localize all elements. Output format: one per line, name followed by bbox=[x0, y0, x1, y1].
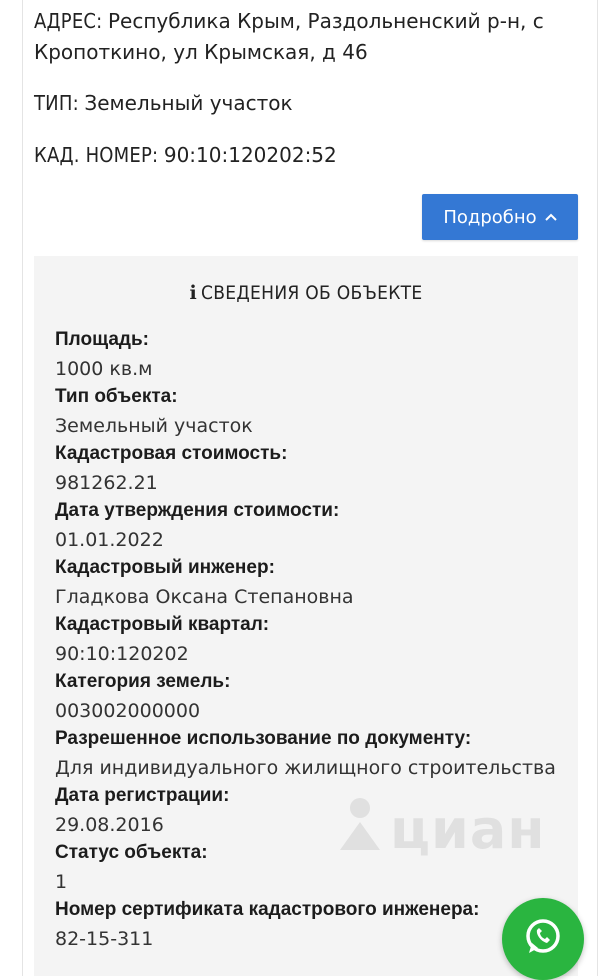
detail-label: Площадь: bbox=[55, 329, 149, 350]
type-row: ТИП: Земельный участок bbox=[34, 88, 293, 119]
detail-item: Тип объекта: Земельный участок bbox=[55, 383, 612, 440]
detail-item: Дата регистрации: 29.08.2016 bbox=[55, 782, 612, 839]
detail-value: 90:10:120202 bbox=[55, 642, 189, 665]
detail-label: Категория земель: bbox=[55, 671, 231, 692]
detail-label: Кадастровая стоимость: bbox=[55, 443, 288, 464]
object-details-panel: i СВЕДЕНИЯ ОБ ОБЪЕКТЕ Площадь: 1000 кв.м Ти… bbox=[34, 256, 578, 976]
detail-item: Разрешенное использование по документу: Д… bbox=[55, 725, 612, 782]
address-row: АДРЕС: Республика Крым, Раздольненский р… bbox=[34, 6, 574, 68]
detail-value: Гладкова Оксана Степановна bbox=[55, 585, 354, 608]
details-button[interactable]: Подробно bbox=[422, 194, 578, 240]
detail-label: Дата утверждения стоимости: bbox=[55, 500, 340, 521]
whatsapp-icon bbox=[521, 915, 565, 964]
detail-item: Площадь: 1000 кв.м bbox=[55, 326, 612, 383]
cadastral-number-label: КАД. НОМЕР: bbox=[34, 143, 159, 167]
panel-title-text: СВЕДЕНИЯ ОБ ОБЪЕКТЕ bbox=[201, 282, 423, 304]
detail-label: Статус объекта: bbox=[55, 842, 208, 863]
detail-item: Дата утверждения стоимости: 01.01.2022 bbox=[55, 497, 612, 554]
address-label: АДРЕС: bbox=[34, 9, 103, 33]
detail-item: Кадастровый квартал: 90:10:120202 bbox=[55, 611, 612, 668]
detail-label: Кадастровый инженер: bbox=[55, 557, 275, 578]
detail-value: 1 bbox=[55, 870, 68, 893]
cadastral-number-row: КАД. НОМЕР: 90:10:120202:52 bbox=[34, 140, 337, 171]
detail-item: Категория земель: 003002000000 bbox=[55, 668, 612, 725]
detail-value: Земельный участок bbox=[55, 414, 253, 437]
panel-title: i СВЕДЕНИЯ ОБ ОБЪЕКТЕ bbox=[34, 282, 578, 304]
detail-item: Кадастровая стоимость: 981262.21 bbox=[55, 440, 612, 497]
detail-value: 29.08.2016 bbox=[55, 813, 164, 836]
chevron-up-icon bbox=[544, 213, 557, 221]
detail-label: Разрешенное использование по документу: bbox=[55, 728, 472, 749]
detail-label: Тип объекта: bbox=[55, 386, 178, 407]
whatsapp-button[interactable] bbox=[502, 898, 584, 980]
details-button-label: Подробно bbox=[443, 206, 537, 228]
type-label: ТИП: bbox=[34, 91, 79, 115]
detail-value: 01.01.2022 bbox=[55, 528, 164, 551]
detail-label: Дата регистрации: bbox=[55, 785, 230, 806]
detail-label: Кадастровый квартал: bbox=[55, 614, 270, 635]
detail-value: 981262.21 bbox=[55, 471, 158, 494]
info-icon: i bbox=[189, 282, 198, 304]
detail-value: Для индивидуального жилищного строительс… bbox=[55, 756, 556, 779]
details-list: Площадь: 1000 кв.м Тип объекта: Земельный у… bbox=[55, 326, 612, 953]
detail-value: 003002000000 bbox=[55, 699, 201, 722]
detail-value: 1000 кв.м bbox=[55, 357, 153, 380]
detail-item: Кадастровый инженер: Гладкова Оксана Степ… bbox=[55, 554, 612, 611]
address-value: Республика Крым, Раздольненский р-н, с К… bbox=[34, 9, 544, 64]
type-value: Земельный участок bbox=[84, 91, 293, 115]
detail-item: Статус объекта: 1 bbox=[55, 839, 612, 896]
cadastral-number-value: 90:10:120202:52 bbox=[163, 143, 337, 167]
